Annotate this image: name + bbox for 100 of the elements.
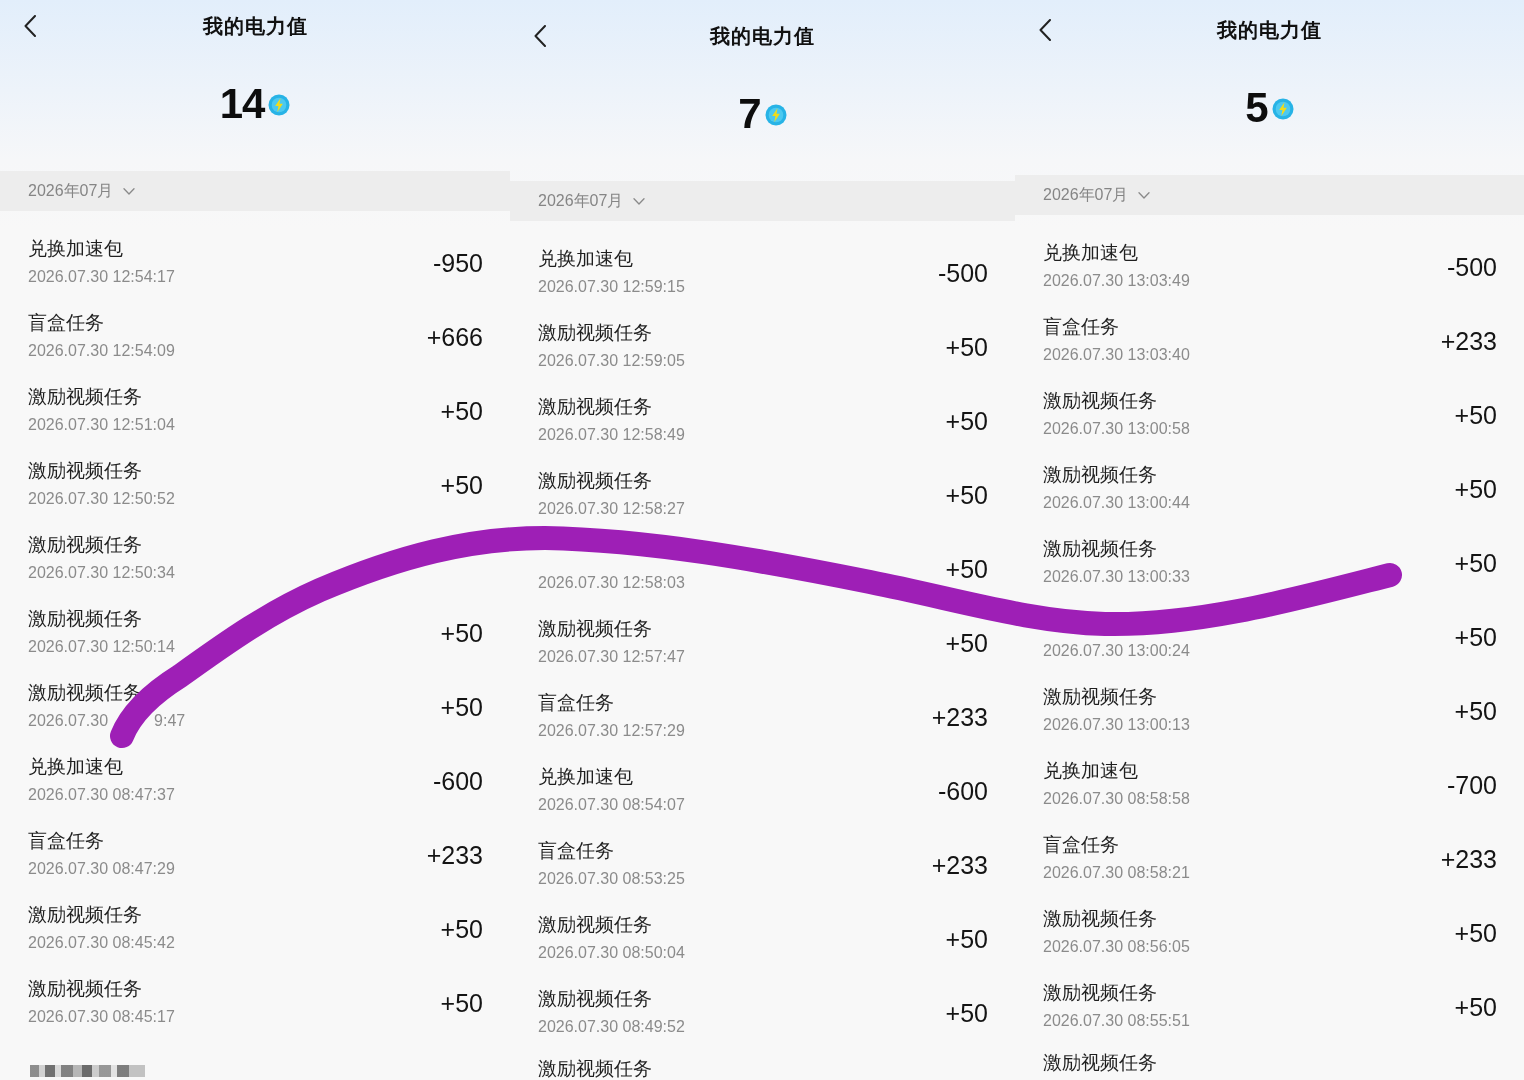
record-title: 激励视频任务 [1043,685,1157,709]
record-title: 激励视频任务 [1043,537,1157,561]
lightning-coin-icon [268,94,291,116]
record-amount: -700 [1446,770,1497,800]
record-title: 激励视频任务 [538,913,652,937]
record-time: 2026.07.30 12:50:52 [28,489,175,509]
record-amount: +50 [440,692,483,722]
record-amount: +50 [440,914,483,944]
record-amount: +50 [440,396,483,426]
record-time: 2026.07.30 13:00:33 [1043,567,1190,587]
record-title: 激励视频任务 [538,987,652,1011]
balance-value: 5 [1245,84,1268,132]
month-selector[interactable]: 2026年07月 [538,190,646,212]
month-selector[interactable]: 2026年07月 [1043,184,1151,206]
record-title: 兑换加速包 [538,765,633,789]
record-time: 2026.07.30 12:57:29 [538,721,685,741]
record-time: 2026.07.30 12:54:09 [28,341,175,361]
chevron-down-icon [1138,191,1151,199]
record-time: 2026.07.30 08:50:04 [538,943,685,963]
record-amount: +50 [945,628,988,658]
record-title: 激励视频任务 [1043,981,1157,1005]
record-amount: +233 [1440,326,1497,356]
record-amount: +233 [426,840,483,870]
record-title: 盲盒任务 [1043,833,1119,857]
record-amount: +50 [1454,400,1497,430]
record-title: 激励视频任务 [28,385,142,409]
record-title: 兑换加速包 [28,755,123,779]
record-amount: -600 [937,776,988,806]
record-time: 2026.07.30 [28,711,109,731]
record-time: 2026.07.30 08:47:29 [28,859,175,879]
record-amount: +50 [1454,474,1497,504]
record-time: 2026.07.30 12:57:47 [538,647,685,667]
page-title: 我的电力值 [1217,17,1322,43]
record-title: 兑换加速包 [1043,759,1138,783]
record-title: 激励视频任务 [28,977,142,1001]
record-time: 2026.07.30 08:49:52 [538,1017,685,1037]
record-title: 兑换加速包 [538,247,633,271]
record-amount: +50 [1454,918,1497,948]
record-amount: +50 [1454,696,1497,726]
chevron-down-icon [123,187,136,195]
record-amount: +50 [945,924,988,954]
record-title: 激励视频任务 [28,459,142,483]
record-amount: -950 [432,248,483,278]
record-time: 2026.07.30 12:50:14 [28,637,175,657]
record-amount: +50 [440,618,483,648]
record-time: 2026.07.30 13:00:44 [1043,493,1190,513]
record-title: 盲盒任务 [28,311,104,335]
record-time: 2026.07.30 12:50:34 [28,563,175,583]
chevron-left-icon [534,25,546,47]
record-time: 2026.07.30 12:51:04 [28,415,175,435]
record-time: 2026.07.30 08:58:21 [1043,863,1190,883]
month-selector[interactable]: 2026年07月 [28,180,136,202]
record-time: 2026.07.30 08:53:25 [538,869,685,889]
record-time: 2026.07.30 08:47:37 [28,785,175,805]
record-title: 激励视频任务 [538,321,652,345]
record-time: 2026.07.30 13:00:24 [1043,641,1190,661]
record-amount: +50 [440,988,483,1018]
record-amount: +666 [426,322,483,352]
balance-value: 14 [219,80,265,128]
record-time: 2026.07.30 08:45:42 [28,933,175,953]
record-time: 2026.07.30 08:54:07 [538,795,685,815]
record-time: 2026.07.30 08:45:17 [28,1007,175,1027]
chevron-down-icon [633,197,646,205]
record-time: 2026.07.30 12:54:17 [28,267,175,287]
chevron-left-icon [24,15,36,37]
page-title: 我的电力值 [202,13,308,39]
record-title: 兑换加速包 [1043,241,1138,265]
record-time: 9:47 [154,711,186,731]
record-title: 盲盒任务 [1043,315,1119,339]
record-time: 2026.07.30 12:58:27 [538,499,685,519]
record-time: 2026.07.30 13:00:58 [1043,419,1190,439]
lightning-coin-icon [1271,98,1294,120]
record-amount: +50 [945,480,988,510]
record-time: 2026.07.30 13:00:13 [1043,715,1190,735]
record-time: 2026.07.30 08:58:58 [1043,789,1190,809]
record-time: 2026.07.30 12:59:05 [538,351,685,371]
record-title: 盲盒任务 [538,691,614,715]
record-title: 激励视频任务 [28,533,142,557]
record-title: 激励视频任务 [1043,389,1157,413]
record-time: 2026.07.30 13:03:40 [1043,345,1190,365]
record-amount: +50 [1454,548,1497,578]
record-title: 激励视频任务 [538,469,652,493]
page-title: 我的电力值 [710,23,815,49]
record-title: 激励视频任务 [1043,907,1157,931]
record-amount: +233 [931,850,988,880]
record-time: 2026.07.30 12:58:49 [538,425,685,445]
record-amount: +50 [1454,622,1497,652]
record-title: 激励视频任务 [28,607,142,631]
record-amount: +50 [945,998,988,1028]
record-title: 激励视频任务 [538,617,652,641]
record-amount: +233 [1440,844,1497,874]
record-amount: +50 [440,470,483,500]
record-title: 激励视频任务 [538,1059,652,1079]
lightning-coin-icon [764,104,787,126]
record-amount: +50 [945,406,988,436]
record-amount: +50 [945,554,988,584]
record-time: 2026.07.30 08:56:05 [1043,937,1190,957]
record-amount: -500 [1446,252,1497,282]
record-time: 2026.07.30 12:59:15 [538,277,685,297]
record-title: 激励视频任务 [1043,463,1157,487]
